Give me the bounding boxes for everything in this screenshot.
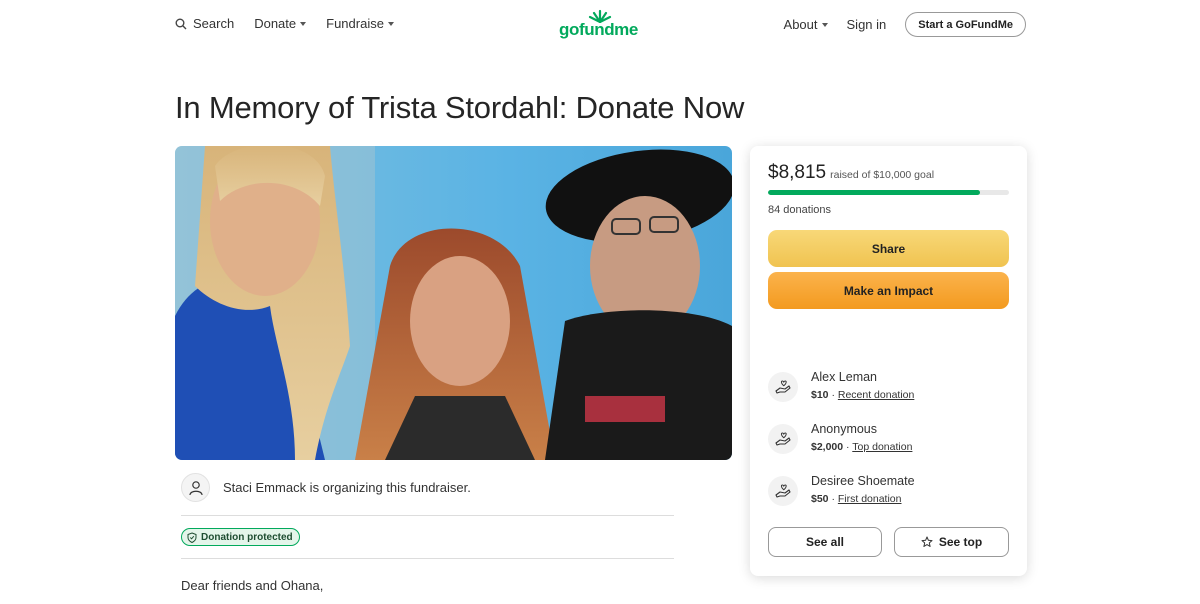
share-label: Share: [871, 241, 906, 256]
donation-tag[interactable]: First donation: [838, 493, 902, 505]
donor-name: Desiree Shoemate: [811, 474, 915, 488]
donor-name: Anonymous: [811, 422, 878, 436]
donation-amount: $10: [811, 389, 829, 401]
donation-card: $8,815 raised of $10,000 goal 84 donatio…: [750, 146, 1027, 576]
donation-meta: $2,000 · Top donation: [811, 440, 912, 454]
progress-bar: [768, 190, 1009, 195]
search-icon: [175, 18, 187, 29]
donation-details: Anonymous $2,000 · Top donation: [811, 422, 912, 454]
shield-icon: [187, 531, 197, 543]
make-an-impact-button[interactable]: Make an Impact: [768, 272, 1009, 309]
see-all-label: See all: [805, 535, 845, 549]
donation-protected-badge[interactable]: Donation protected: [181, 528, 300, 546]
goal-text: raised of $10,000 goal: [830, 169, 935, 181]
donation-item: Alex Leman $10 · Recent donation: [768, 370, 914, 402]
donate-label: Donate: [254, 16, 297, 31]
about-label: About: [783, 17, 818, 32]
story-text: Dear friends and Ohana,: [181, 578, 324, 593]
about-menu[interactable]: About: [784, 17, 828, 32]
start-gofundme-button[interactable]: Start a GoFundMe: [905, 12, 1026, 37]
nav-left: Search Donate Fundraise: [175, 16, 414, 31]
see-top-label: See top: [938, 535, 983, 549]
logo-text: gofundme: [559, 20, 638, 39]
see-all-button[interactable]: See all: [768, 527, 882, 557]
signin-label: Sign in: [846, 17, 887, 32]
donor-name: Alex Leman: [811, 370, 878, 384]
amount-raised: $8,815: [768, 162, 827, 183]
campaign-photo-image: [175, 146, 732, 460]
donate-menu[interactable]: Donate: [254, 16, 307, 31]
search-label: Search: [193, 16, 235, 31]
donation-tag[interactable]: Recent donation: [838, 389, 914, 401]
protected-label: Donation protected: [201, 531, 293, 543]
see-top-button[interactable]: See top: [894, 527, 1009, 557]
donation-meta: $50 · First donation: [811, 492, 915, 506]
donation-meta: $10 · Recent donation: [811, 388, 914, 402]
donation-amount: $2,000: [811, 441, 844, 453]
donation-item: Anonymous $2,000 · Top donation: [768, 422, 912, 454]
top-nav: Search Donate Fundraise gofundme About S…: [0, 0, 1200, 48]
chevron-down-icon: [300, 22, 307, 26]
donation-hand-icon: [768, 476, 798, 506]
share-button[interactable]: Share: [768, 230, 1009, 267]
impact-label: Make an Impact: [843, 283, 934, 298]
search-button[interactable]: Search: [175, 16, 234, 31]
amount-row: $8,815 raised of $10,000 goal: [768, 162, 934, 184]
gofundme-logo[interactable]: gofundme: [559, 9, 643, 39]
donation-hand-icon: [768, 372, 798, 402]
donation-tag[interactable]: Top donation: [852, 441, 912, 453]
chevron-down-icon: [387, 22, 394, 26]
user-icon: [188, 480, 203, 495]
start-label: Start a GoFundMe: [918, 18, 1013, 31]
chevron-down-icon: [821, 23, 828, 27]
fundraise-menu[interactable]: Fundraise: [326, 16, 394, 31]
donation-hand-icon: [768, 424, 798, 454]
donation-details: Alex Leman $10 · Recent donation: [811, 370, 914, 402]
organizer-text: Staci Emmack is organizing this fundrais…: [223, 480, 471, 495]
page-title: In Memory of Trista Stordahl: Donate Now: [175, 90, 745, 125]
avatar: [181, 473, 210, 502]
donation-amount: $50: [811, 493, 829, 505]
campaign-photo[interactable]: [175, 146, 732, 460]
divider: [181, 515, 674, 516]
divider: [181, 558, 674, 559]
nav-right: About Sign in Start a GoFundMe: [784, 12, 1026, 37]
donation-item: Desiree Shoemate $50 · First donation: [768, 474, 915, 506]
star-icon: [921, 536, 933, 547]
organizer-row[interactable]: Staci Emmack is organizing this fundrais…: [181, 473, 471, 502]
donation-count: 84 donations: [768, 204, 831, 216]
signin-link[interactable]: Sign in: [847, 17, 887, 32]
fundraise-label: Fundraise: [326, 16, 384, 31]
donation-details: Desiree Shoemate $50 · First donation: [811, 474, 915, 506]
progress-fill: [768, 190, 981, 195]
